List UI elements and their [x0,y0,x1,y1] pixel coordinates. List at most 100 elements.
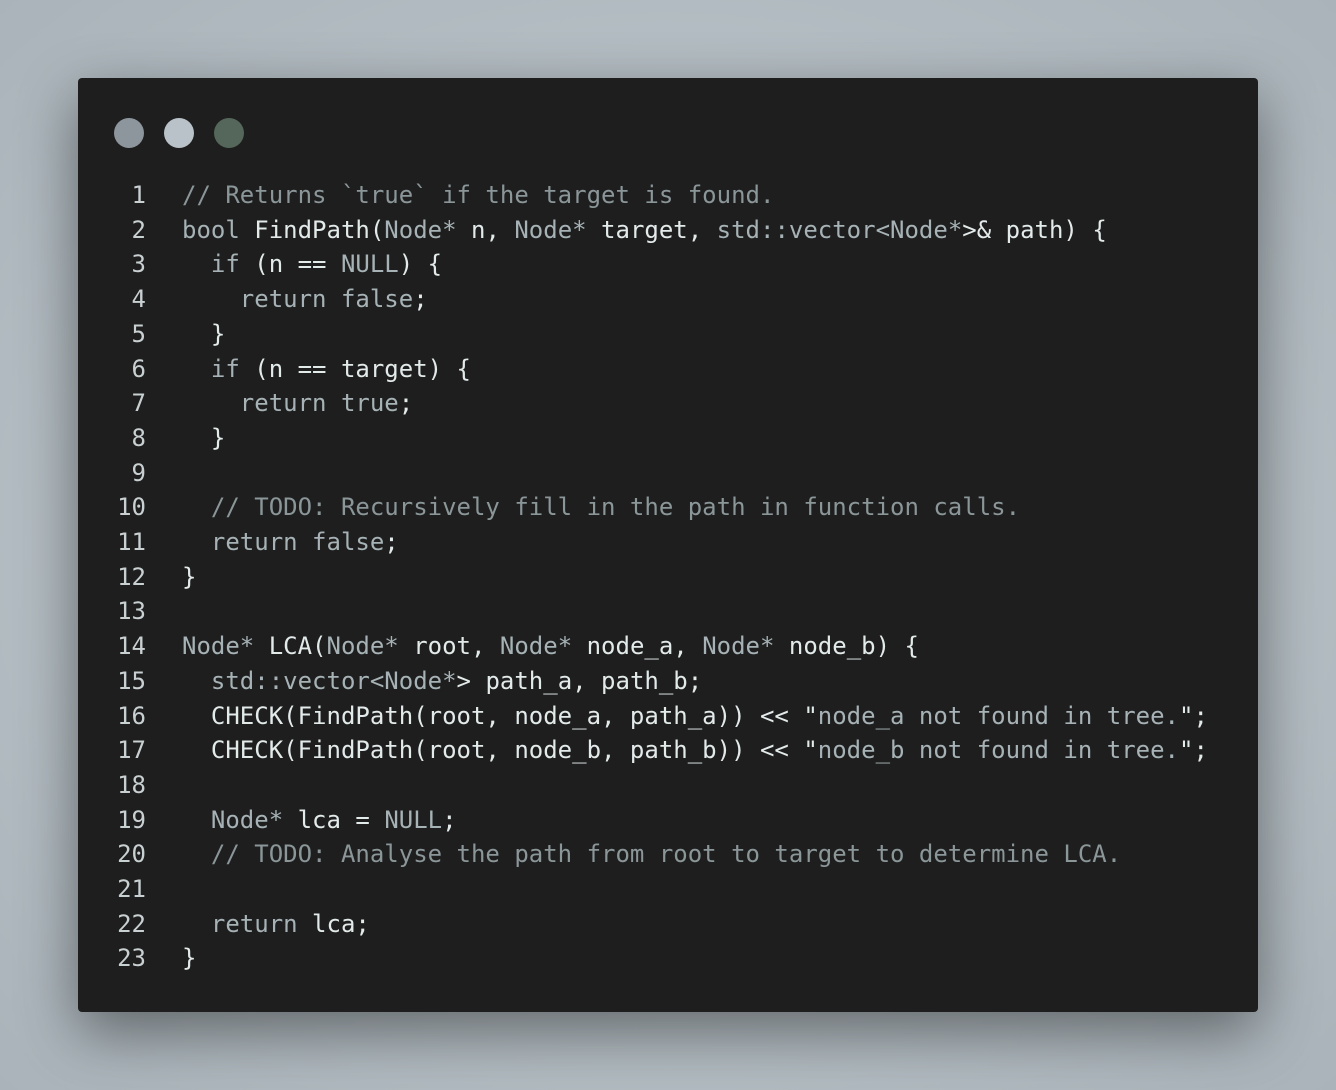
code-token: // Returns `true` if the target is found… [182,181,775,209]
code-token: lca = [283,805,385,834]
code-token: } [182,944,197,973]
line-content: // Returns `true` if the target is found… [182,178,774,213]
code-line: 11 return false; [78,525,1208,560]
code-line: 2 bool FindPath(Node* n, Node* target, st… [78,213,1208,248]
code-token: } [182,423,226,452]
code-line: 4 return false; [78,282,1208,317]
code-token: "; [1179,701,1208,730]
line-content: bool FindPath(Node* n, Node* target, std… [182,213,1107,248]
line-content: if (n == NULL) { [182,247,442,282]
line-number: 17 [117,736,146,765]
code-token: Node* [702,632,775,661]
code-line: 17 CHECK(FindPath(root, node_b, path_b))… [78,733,1208,768]
code-line: 9 [78,456,1208,491]
code-token: std::vector< [182,666,385,695]
code-line: 13 [78,594,1208,629]
code-token: bool [182,215,255,244]
code-token: if [182,354,240,383]
code-token: } [182,319,226,348]
line-content [182,872,196,907]
line-content: if (n == target) { [182,352,471,387]
line-number: 18 [117,770,146,799]
code-token: CHECK(FindPath(root, node_a, path_a)) <<… [182,701,818,730]
line-number: 15 [117,666,146,695]
line-content [182,594,196,629]
line-content: } [182,317,225,352]
line-number: 22 [117,909,146,938]
code-line: 21 [78,872,1208,907]
code-line: 15 std::vector<Node*> path_a, path_b; [78,664,1208,699]
code-line: 7 return true; [78,386,1208,421]
code-token: CHECK(FindPath(root, node_b, path_b)) <<… [182,736,818,765]
code-token: (n == target) { [239,354,471,383]
code-token: >& path) { [962,215,1107,244]
code-token: return false [182,528,385,557]
code-token: target, [586,215,717,244]
line-content: CHECK(FindPath(root, node_b, path_b)) <<… [182,733,1208,768]
code-token: // TODO: Analyse the path from root to t… [182,840,1122,869]
close-button[interactable] [114,118,144,148]
line-number: 8 [131,423,146,452]
code-line: 19 Node* lca = NULL; [78,803,1208,838]
code-token: "; [1179,736,1208,765]
line-content: return lca; [182,907,370,942]
code-line: 22 return lca; [78,907,1208,942]
code-line: 12} [78,560,1208,595]
line-number: 1 [131,181,146,209]
line-content: return false; [182,282,428,317]
code-line: 18 [78,768,1208,803]
code-token: NULL [340,250,399,279]
line-number: 14 [117,632,146,661]
code-token: n, [456,215,515,244]
line-content [182,456,196,491]
line-number: 21 [117,875,146,904]
code-token: lca; [297,909,370,938]
code-line: 3 if (n == NULL) { [78,247,1208,282]
line-number: 13 [117,597,146,626]
code-token: return true [182,389,399,418]
line-content: } [182,560,196,595]
code-token: node_b) { [774,632,919,661]
code-token: ; [398,389,414,418]
line-content: } [182,421,225,456]
code-line: 23} [78,941,1208,976]
code-token: NULL [384,805,443,834]
code-token: ; [384,528,399,557]
code-token: Node* [182,805,284,834]
code-token: root, [398,632,500,661]
code-line: 1 // Returns `true` if the target is foun… [78,178,1208,213]
code-line: 10 // TODO: Recursively fill in the path… [78,490,1208,525]
line-number: 19 [117,805,146,834]
line-number: 2 [131,215,146,244]
line-number: 3 [131,250,146,279]
code-token: return [182,909,298,938]
line-content: return false; [182,525,399,560]
code-token: Node* [514,215,587,244]
code-token: ; [413,285,428,314]
line-content: } [182,941,196,976]
code-window: 1 // Returns `true` if the target is foun… [78,78,1258,1012]
code-token: std::vector< [716,215,891,244]
code-token: Node* [182,632,255,661]
code-token: node_a not found in tree. [817,701,1179,730]
code-line: 14 Node* LCA(Node* root, Node* node_a, No… [78,629,1208,664]
code-token: node_b not found in tree. [817,736,1179,765]
code-token: Node* [499,632,573,661]
line-content: Node* LCA(Node* root, Node* node_a, Node… [182,629,919,664]
code-line: 20 // TODO: Analyse the path from root t… [78,837,1208,872]
minimize-button[interactable] [164,118,194,148]
line-content: std::vector<Node*> path_a, path_b; [182,664,702,699]
line-number: 12 [117,562,146,591]
line-number: 16 [117,701,146,730]
line-number: 5 [131,319,146,348]
code-token: Node* [384,666,457,695]
maximize-button[interactable] [214,118,244,148]
line-number: 11 [117,528,146,557]
line-content: // TODO: Analyse the path from root to t… [182,837,1121,872]
code-line: 16 CHECK(FindPath(root, node_a, path_a))… [78,699,1208,734]
code-token: Node* [384,215,457,244]
code-token: node_a, [572,632,703,661]
line-content [182,768,196,803]
code-token: Node* [326,632,399,661]
line-content: // TODO: Recursively fill in the path in… [182,490,1020,525]
